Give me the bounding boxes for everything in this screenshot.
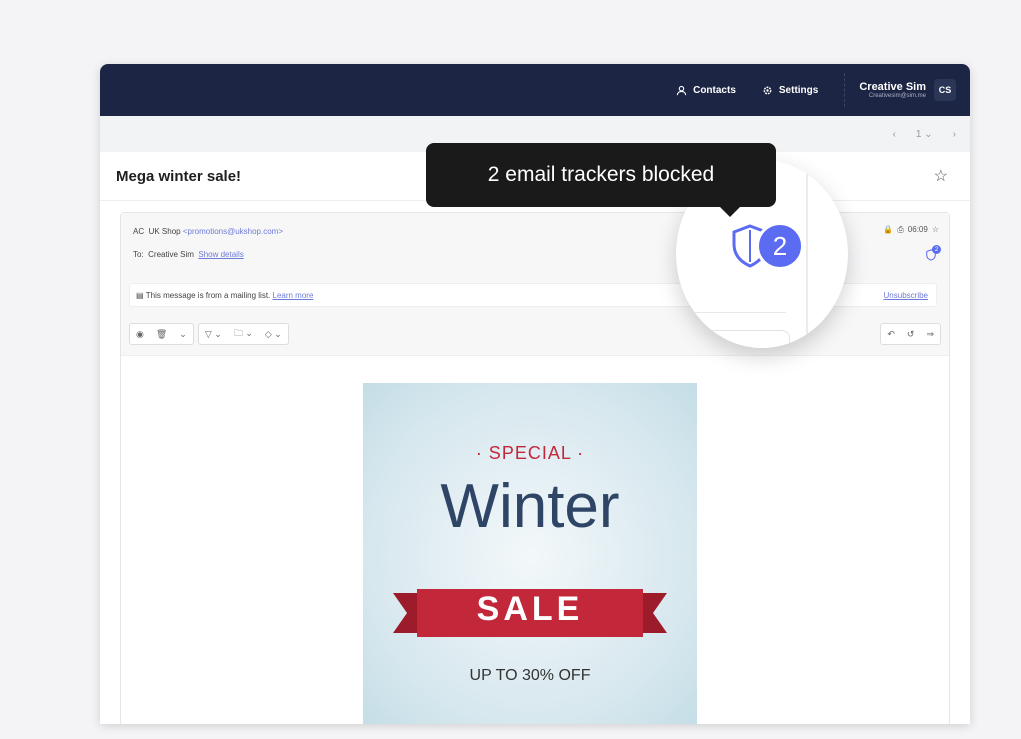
toolbar-group-actions: ◉ 🗑 ⌄ [129, 323, 194, 345]
magnifier-field [706, 330, 790, 348]
recipient-name: Creative Sim [148, 250, 194, 259]
sender-line: AC UK Shop <promotions@ukshop.com> [133, 227, 283, 236]
label-icon[interactable]: ◇ ⌄ [259, 329, 288, 340]
page-select[interactable]: 1 ⌄ [916, 129, 933, 140]
message-meta: 🔒 ⎙ 06:09 ☆ [883, 225, 939, 235]
contacts-label: Contacts [693, 84, 736, 96]
sender-email[interactable]: <promotions@ukshop.com> [183, 227, 283, 236]
banner-offer-text: UP TO 30% OFF [469, 667, 591, 684]
user-menu[interactable]: Creative Sim Creativesim@sim.me CS [844, 73, 956, 107]
lock-icon: 🔒 [883, 225, 894, 234]
banner-special-text: · SPECIAL · [475, 443, 585, 463]
chevron-right-icon[interactable]: › [953, 129, 956, 140]
sender-initials: AC [133, 227, 145, 236]
banner-title: Winter [440, 472, 620, 541]
unsubscribe-link[interactable]: Unsubscribe [884, 291, 928, 300]
user-info: Creative Sim Creativesim@sim.me [859, 81, 926, 99]
chevron-left-icon[interactable]: ‹ [893, 129, 896, 140]
learn-more-link[interactable]: Learn more [273, 291, 314, 300]
top-bar: Contacts Settings Creative Sim Creatives… [100, 64, 970, 116]
mailing-list-text: This message is from a mailing list. [145, 290, 271, 300]
contacts-button[interactable]: Contacts [676, 85, 736, 96]
user-email: Creativesim@sim.me [868, 93, 926, 99]
page-number: 1 [915, 128, 922, 140]
reply-toolbar: ↶ ↺ ⇒ [880, 323, 941, 345]
contacts-icon [676, 85, 687, 95]
reply-all-icon[interactable]: ↺ [901, 329, 921, 340]
page-title: Mega winter sale! [116, 167, 242, 185]
tracker-count-badge-large: 2 [756, 222, 804, 270]
recipient-line: To: Creative Sim Show details [133, 250, 244, 259]
more-dropdown-icon[interactable]: ⌄ [173, 329, 193, 340]
trash-icon[interactable]: 🗑 [150, 329, 173, 340]
message-toolbar: ◉ 🗑 ⌄ ▽ ⌄ 🗀 ⌄ ◇ ⌄ [129, 323, 289, 345]
filter-icon[interactable]: ▽ ⌄ [199, 329, 228, 340]
magnifier-divider [806, 160, 808, 348]
message-time: 06:09 [907, 225, 928, 234]
settings-label: Settings [778, 84, 819, 96]
magnifier-separator [686, 312, 786, 313]
avatar[interactable]: CS [934, 79, 956, 101]
show-details-link[interactable]: Show details [198, 250, 243, 259]
mark-unread-icon[interactable]: ◉ [130, 329, 150, 340]
sender-name[interactable]: UK Shop [149, 227, 181, 236]
print-icon[interactable]: ⎙ [897, 225, 903, 235]
forward-icon[interactable]: ⇒ [920, 329, 940, 340]
user-name: Creative Sim [859, 81, 926, 93]
settings-button[interactable]: Settings [762, 85, 818, 96]
list-icon: ▤ [136, 290, 146, 300]
reply-icon[interactable]: ↶ [881, 329, 901, 340]
to-label: To: [133, 250, 144, 259]
star-icon[interactable]: ☆ [934, 166, 948, 186]
banner-sale-text: SALE [476, 590, 584, 628]
trackers-blocked-tooltip: 2 email trackers blocked [426, 143, 776, 217]
tracker-count-badge: 2 [932, 245, 941, 254]
gear-icon [763, 86, 772, 94]
star-icon[interactable]: ☆ [932, 225, 939, 235]
winter-sale-banner: · SPECIAL · Winter SALE UP TO 30% OFF [363, 383, 697, 724]
folder-icon[interactable]: 🗀 ⌄ [228, 326, 259, 342]
toolbar-group-organize: ▽ ⌄ 🗀 ⌄ ◇ ⌄ [197, 323, 289, 345]
